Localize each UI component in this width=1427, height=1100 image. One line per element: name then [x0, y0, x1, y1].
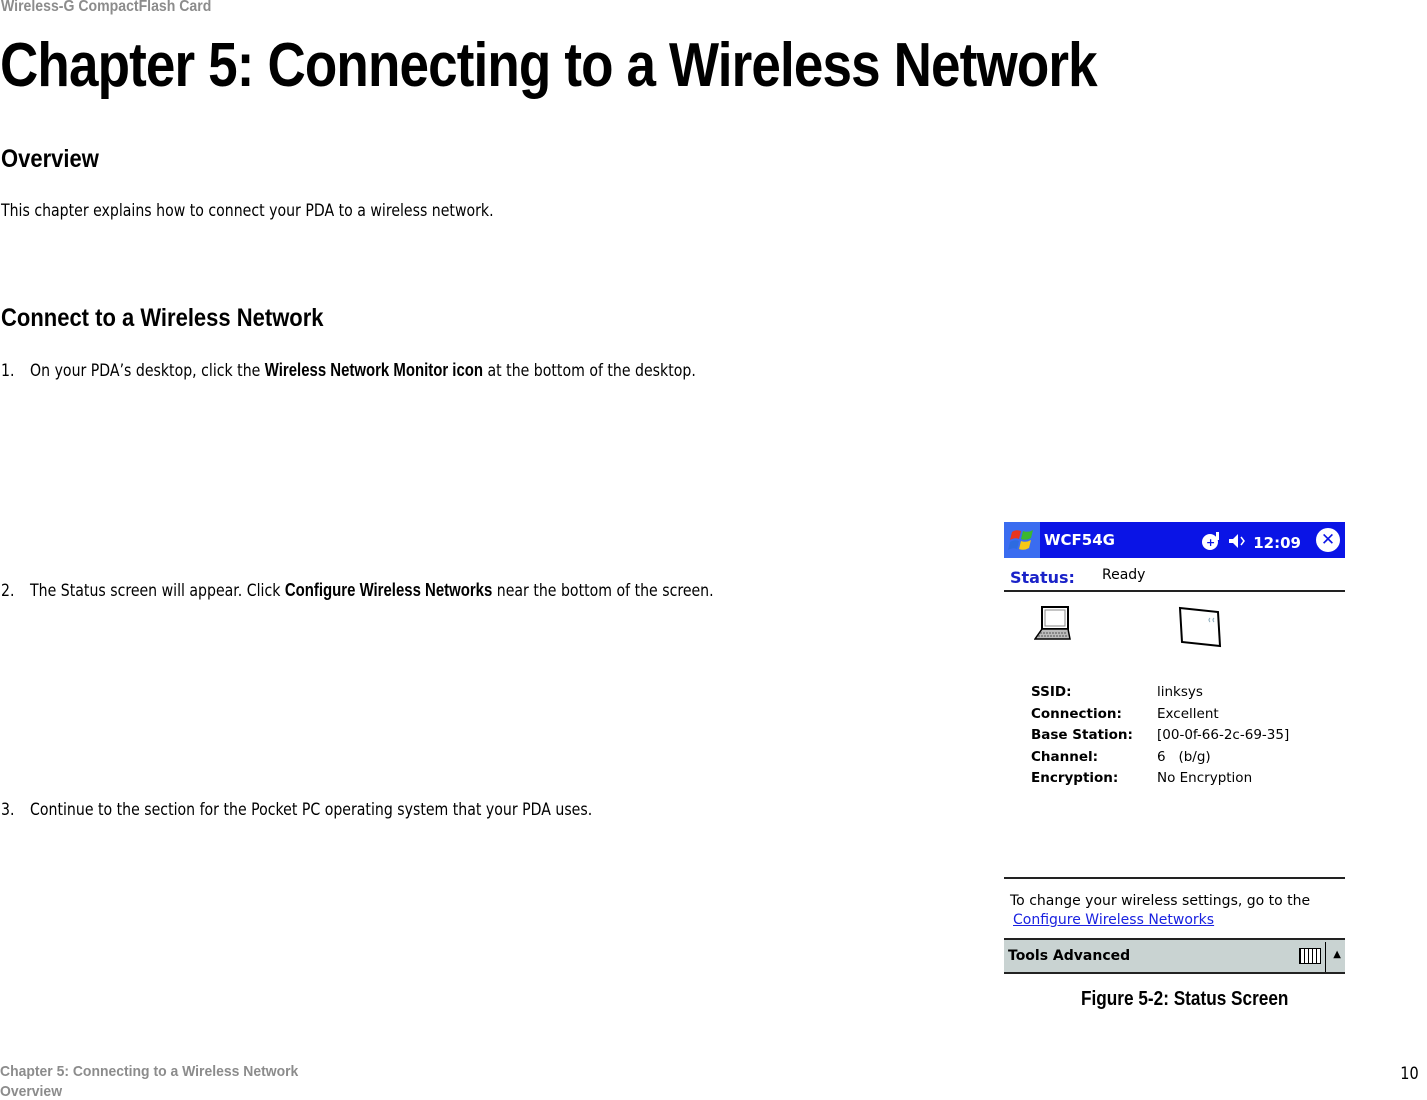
divider	[1004, 590, 1345, 592]
step-bold: Wireless Network Monitor icon	[264, 360, 484, 380]
close-icon[interactable]: ✕	[1316, 528, 1340, 552]
pda-tray: + 12:09	[1201, 531, 1301, 555]
tools-advanced-menu[interactable]: Tools Advanced	[1008, 948, 1130, 964]
figure-caption: Figure 5-2: Status Screen	[1081, 988, 1289, 1010]
compactflash-card-icon	[1178, 606, 1224, 648]
svg-text:+: +	[1206, 536, 1215, 549]
pda-clock: 12:09	[1253, 534, 1301, 552]
info-row-ssid: SSID: linksys	[1031, 684, 1203, 700]
info-row-channel: Channel: 6 (b/g)	[1031, 748, 1211, 765]
chapter-title: Chapter 5: Connecting to a Wireless Netw…	[0, 31, 1098, 100]
pda-status-label: Status:	[1010, 568, 1075, 587]
pda-status-value: Ready	[1102, 567, 1146, 583]
menubar-separator	[1325, 942, 1326, 972]
info-row-encryption: Encryption: No Encryption	[1031, 770, 1253, 786]
pda-info-table: SSID: linksys Connection: Excellent Base S…	[1031, 682, 1289, 790]
info-row-base-station: Base Station: [00-0f-66-2c-69-35]	[1031, 727, 1290, 743]
speaker-icon[interactable]	[1227, 532, 1247, 554]
footer-chapter: Chapter 5: Connecting to a Wireless Netw…	[0, 1063, 299, 1080]
pda-app-title: WCF54G	[1044, 531, 1115, 549]
connect-heading: Connect to a Wireless Network	[1, 304, 324, 332]
windows-start-icon[interactable]	[1004, 522, 1040, 558]
hint-text: To change your wireless settings, go to …	[1010, 893, 1311, 909]
info-row-connection: Connection: Excellent	[1031, 705, 1219, 722]
step-1: 1. On your PDA’s desktop, click the Wirel…	[1, 360, 696, 381]
page-number: 10	[1400, 1064, 1419, 1084]
keyboard-icon[interactable]	[1299, 948, 1321, 964]
pda-menubar: Tools Advanced ▲	[1004, 938, 1345, 974]
configure-wireless-networks-link[interactable]: Configure Wireless Networks	[1010, 911, 1310, 930]
running-header: Wireless-G CompactFlash Card	[1, 0, 212, 15]
step-bold: Configure Wireless Networks	[284, 580, 493, 600]
pda-titlebar: WCF54G + 12:09 ✕	[1004, 522, 1345, 558]
step-number: 3.	[1, 800, 15, 820]
step-number: 1.	[1, 361, 15, 381]
pda-status-screen: WCF54G + 12:09 ✕ Status: Ready SSID: link…	[1004, 522, 1345, 976]
step-2: 2. The Status screen will appear. Click C…	[1, 580, 714, 601]
laptop-icon	[1033, 606, 1074, 642]
step-3: 3. Continue to the section for the Pocket…	[1, 800, 593, 820]
connectivity-icon[interactable]: +	[1201, 531, 1221, 555]
divider	[1004, 877, 1345, 879]
pda-hint: To change your wireless settings, go to …	[1010, 892, 1310, 930]
overview-heading: Overview	[1, 145, 99, 173]
input-panel-arrow-icon[interactable]: ▲	[1333, 949, 1341, 960]
step-number: 2.	[1, 581, 15, 601]
overview-text: This chapter explains how to connect you…	[1, 201, 494, 221]
footer-section: Overview	[0, 1083, 63, 1100]
